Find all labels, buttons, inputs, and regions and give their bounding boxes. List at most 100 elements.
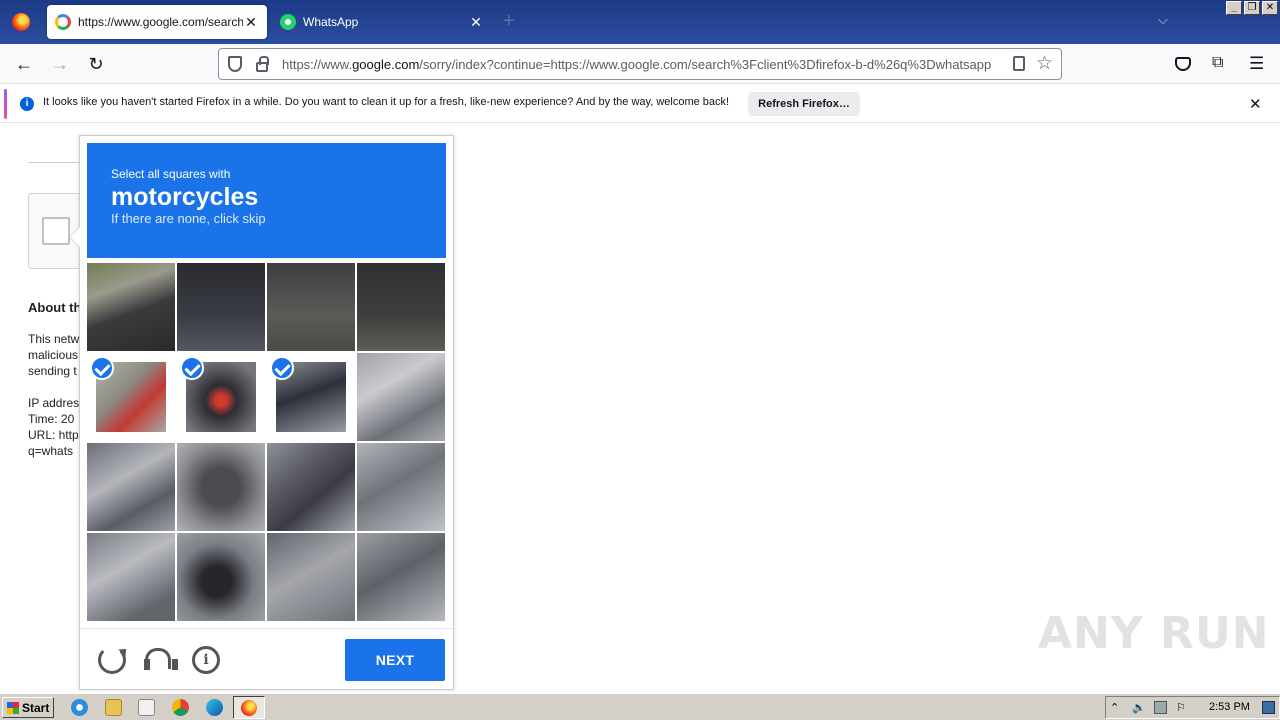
popup-arrow	[69, 226, 80, 248]
chevron-down-icon[interactable]: ⌵	[1158, 12, 1168, 28]
captcha-tile-6[interactable]	[177, 353, 265, 441]
close-tab-icon[interactable]: ✕	[468, 14, 484, 31]
reload-icon[interactable]: ↻	[84, 52, 108, 76]
window-controls: _ ❐ ✕	[1226, 1, 1278, 15]
firefox-icon	[12, 13, 30, 31]
forward-arrow-icon[interactable]: →	[48, 52, 72, 76]
volume-icon[interactable]: 🔈	[1132, 701, 1146, 714]
captcha-tile-14[interactable]	[177, 533, 265, 621]
captcha-tile-8[interactable]	[357, 353, 445, 441]
edge-icon[interactable]	[206, 699, 223, 716]
page-text-line: sending t	[28, 364, 77, 378]
internet-explorer-icon[interactable]	[71, 699, 88, 716]
checkmark-icon	[90, 356, 114, 380]
reload-challenge-icon[interactable]	[98, 646, 126, 674]
captcha-tile-7[interactable]	[267, 353, 355, 441]
captcha-tile-12[interactable]	[357, 443, 445, 531]
info-icon[interactable]: i	[192, 646, 220, 674]
close-tab-icon[interactable]: ✕	[243, 14, 259, 31]
tab-title: WhatsApp	[303, 15, 359, 29]
checkmark-icon	[180, 356, 204, 380]
captcha-tile-3[interactable]	[267, 263, 355, 351]
page-text-line: IP addres	[28, 396, 80, 410]
captcha-tile-2[interactable]	[177, 263, 265, 351]
next-button[interactable]: NEXT	[345, 639, 445, 681]
show-desktop-icon[interactable]	[1262, 701, 1275, 714]
challenge-footer: i NEXT	[80, 628, 453, 689]
hamburger-menu-icon[interactable]: ☰	[1249, 54, 1264, 74]
page-text-line: malicious	[28, 348, 79, 362]
tile-image	[357, 263, 445, 351]
close-window-button[interactable]: ✕	[1262, 1, 1278, 15]
checkmark-icon	[270, 356, 294, 380]
captcha-tile-10[interactable]	[177, 443, 265, 531]
page-text-line: Time: 20	[28, 412, 75, 426]
navigation-bar: ← → ↻ https://www.google.com/sorry/index…	[0, 44, 1280, 84]
captcha-tile-11[interactable]	[267, 443, 355, 531]
notification-text: It looks like you haven't started Firefo…	[43, 96, 730, 108]
captcha-tile-13[interactable]	[87, 533, 175, 621]
start-button[interactable]: Start	[2, 697, 54, 718]
tile-image	[177, 443, 265, 531]
tile-image	[177, 263, 265, 351]
tile-image	[87, 263, 175, 351]
star-bookmark-icon[interactable]: ☆	[1036, 52, 1053, 75]
pocket-icon[interactable]	[1175, 57, 1191, 71]
folder-icon[interactable]	[105, 699, 122, 716]
tile-image	[267, 533, 355, 621]
url-prefix: https://www.	[282, 56, 353, 72]
anyrun-watermark: ANY RUN	[1038, 608, 1270, 659]
captcha-tile-5[interactable]	[87, 353, 175, 441]
page-text-line: q=whats	[28, 444, 74, 458]
tile-image	[267, 443, 355, 531]
challenge-header: Select all squares with motorcycles If t…	[87, 143, 446, 258]
windows-logo-icon	[7, 701, 19, 714]
tile-image	[267, 263, 355, 351]
firefox-icon	[241, 699, 257, 716]
page-text-line: This netw	[28, 332, 80, 346]
captcha-tile-1[interactable]	[87, 263, 175, 351]
url-domain: google.com	[352, 56, 420, 72]
url-bar[interactable]: https://www.google.com/sorry/index?conti…	[218, 48, 1062, 80]
shield-icon[interactable]	[228, 56, 242, 72]
new-tab-icon[interactable]: +	[503, 11, 515, 31]
tab-google-search[interactable]: https://www.google.com/search?c ✕	[47, 5, 267, 39]
about-heading: About th	[28, 300, 82, 315]
captcha-tile-4[interactable]	[357, 263, 445, 351]
windows-taskbar: Start ⌃ 🔈 ⚐ 2:53 PM	[0, 693, 1280, 720]
network-icon[interactable]	[1154, 701, 1167, 714]
url-text[interactable]: https://www.google.com/sorry/index?conti…	[282, 57, 1004, 72]
minimize-button[interactable]: _	[1226, 1, 1242, 15]
tab-whatsapp[interactable]: WhatsApp ✕	[272, 5, 492, 39]
challenge-instruction: Select all squares with	[111, 167, 231, 181]
captcha-tile-16[interactable]	[357, 533, 445, 621]
firefox-menu-button[interactable]	[0, 0, 42, 44]
chrome-icon[interactable]	[172, 699, 189, 716]
media-player-icon[interactable]	[138, 699, 155, 716]
captcha-tile-9[interactable]	[87, 443, 175, 531]
google-icon	[55, 14, 71, 30]
reader-view-icon[interactable]	[1013, 56, 1025, 71]
captcha-tile-15[interactable]	[267, 533, 355, 621]
taskbar-firefox[interactable]	[233, 696, 265, 719]
close-icon[interactable]: ✕	[1249, 95, 1262, 113]
tile-image	[177, 533, 265, 621]
tile-image	[357, 353, 445, 441]
back-arrow-icon[interactable]: ←	[12, 52, 36, 76]
restore-button[interactable]: ❐	[1244, 1, 1260, 15]
tile-image	[357, 443, 445, 531]
lock-icon[interactable]	[256, 56, 269, 72]
system-tray: ⌃ 🔈 ⚐ 2:53 PM	[1105, 696, 1280, 719]
page-text-line: URL: http	[28, 428, 79, 442]
tile-image	[87, 443, 175, 531]
refresh-firefox-button[interactable]: Refresh Firefox…	[748, 92, 860, 116]
flag-icon[interactable]: ⚐	[1176, 701, 1189, 714]
tray-expand-icon[interactable]: ⌃	[1110, 701, 1123, 714]
refresh-notification-bar: i It looks like you haven't started Fire…	[0, 85, 1280, 123]
extensions-icon[interactable]: ⧉	[1212, 54, 1223, 72]
whatsapp-icon	[280, 14, 296, 30]
recaptcha-checkbox[interactable]	[42, 217, 70, 245]
headphones-icon[interactable]	[144, 646, 178, 674]
url-path: /sorry/index?continue=https://www.google…	[419, 56, 992, 72]
start-label: Start	[22, 700, 50, 715]
